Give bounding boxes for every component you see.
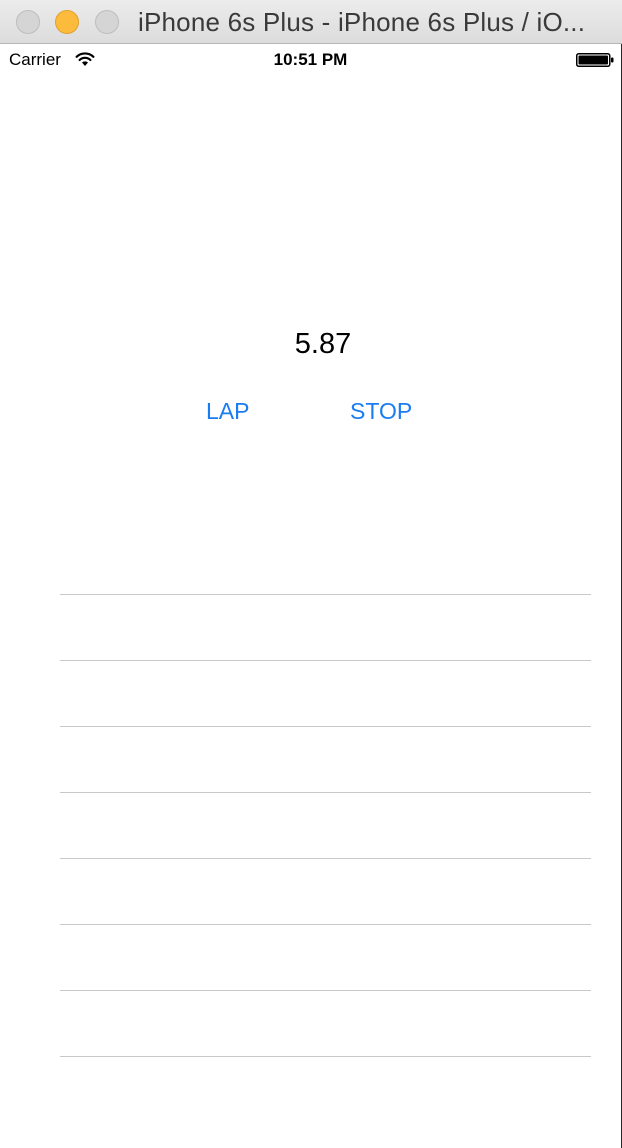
- simulator-window: iPhone 6s Plus - iPhone 6s Plus / iO... …: [0, 0, 622, 1148]
- table-row[interactable]: [60, 990, 591, 1056]
- laps-table[interactable]: [60, 594, 591, 1057]
- title-bar[interactable]: iPhone 6s Plus - iPhone 6s Plus / iO...: [0, 0, 622, 44]
- table-row[interactable]: [60, 726, 591, 792]
- table-row[interactable]: [60, 1056, 591, 1057]
- battery-full-icon: [576, 53, 614, 67]
- table-row[interactable]: [60, 924, 591, 990]
- elapsed-time-label: 5.87: [294, 328, 352, 360]
- minimize-window-button[interactable]: [55, 10, 79, 34]
- table-row[interactable]: [60, 792, 591, 858]
- stop-button[interactable]: STOP: [350, 398, 412, 425]
- status-bar: Carrier 10:51 PM: [0, 44, 621, 76]
- table-row[interactable]: [60, 660, 591, 726]
- window-title: iPhone 6s Plus - iPhone 6s Plus / iO...: [138, 7, 586, 37]
- table-row[interactable]: [60, 858, 591, 924]
- table-row[interactable]: [60, 594, 591, 660]
- close-window-button[interactable]: [16, 10, 40, 34]
- lap-button[interactable]: LAP: [206, 398, 249, 425]
- status-time: 10:51 PM: [273, 50, 348, 69]
- zoom-window-button[interactable]: [95, 10, 119, 34]
